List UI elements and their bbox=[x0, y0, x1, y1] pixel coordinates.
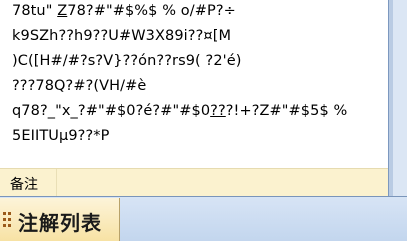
text-line-2: k9SZh??h9??U#W3X89i??¤[M bbox=[12, 28, 231, 44]
text-segment: ???78Q?#?(VH/#è bbox=[12, 78, 147, 94]
remark-cell: 备注 bbox=[0, 169, 57, 197]
text-line-5: q78?_"x_?#"#$0?é?#"#$0???!+?Z#"#$5$ % bbox=[12, 103, 347, 119]
text-segment: ?!+?Z#"#$5$ % bbox=[225, 103, 348, 119]
text-segment: 5EIITUµ9??*P bbox=[12, 128, 110, 144]
text-line-3: )C([H#/#?s?V}??ón??rs9( ?2'é) bbox=[12, 53, 242, 69]
bottom-panel-bar: 注解列表 bbox=[0, 196, 407, 241]
text-segment: 78?#"#$%$ % o/#P?÷ bbox=[67, 3, 236, 19]
text-segment: Z bbox=[57, 3, 68, 19]
document-window: 78tu" Z78?#"#$%$ % o/#P?÷ k9SZh??h9??U#W… bbox=[0, 0, 407, 241]
tab-annotation-list[interactable]: 注解列表 bbox=[0, 198, 120, 241]
text-line-1: 78tu" Z78?#"#$%$ % o/#P?÷ bbox=[12, 3, 236, 19]
document-content[interactable]: 78tu" Z78?#"#$%$ % o/#P?÷ k9SZh??h9??U#W… bbox=[0, 0, 388, 168]
text-segment: )C([H#/#?s?V}??ón??rs9( ?2'é) bbox=[12, 53, 242, 69]
tab-label: 注解列表 bbox=[18, 211, 102, 235]
remark-row[interactable]: 备注 bbox=[0, 168, 388, 197]
text-segment: k9SZh??h9??U#W3X89i??¤[M bbox=[12, 28, 232, 44]
text-line-4: ???78Q?#?(VH/#è bbox=[12, 78, 146, 94]
vertical-scrollbar[interactable] bbox=[393, 0, 407, 196]
text-segment: q78?_"x_?#"#$0?é?#"#$0 bbox=[12, 103, 211, 119]
text-segment: ?? bbox=[210, 103, 226, 119]
remark-label: 备注 bbox=[10, 177, 38, 193]
text-segment: 78tu" bbox=[12, 3, 58, 19]
grip-handle-icon[interactable] bbox=[3, 212, 13, 228]
text-line-6: 5EIITUµ9??*P bbox=[12, 128, 109, 144]
